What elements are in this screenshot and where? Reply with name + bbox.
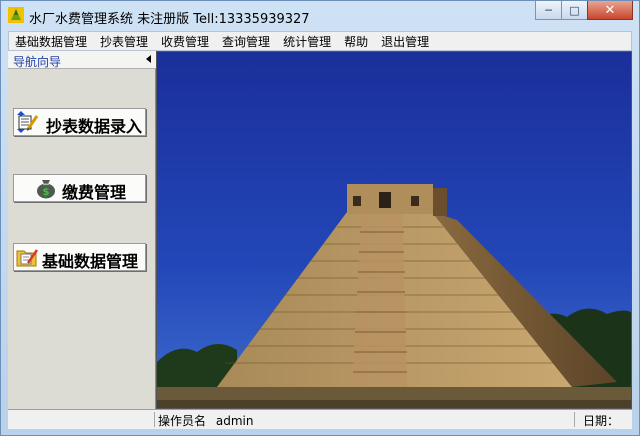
menu-query[interactable]: 查询管理 — [222, 33, 270, 50]
maximize-button[interactable]: □ — [561, 1, 588, 20]
status-bar: 操作员名 admin 日期： — [8, 409, 632, 429]
nav-header-label: 导航向导 — [13, 55, 62, 69]
svg-text:$: $ — [43, 187, 50, 198]
notebook-pencil-icon — [17, 111, 39, 133]
minimize-button[interactable]: ─ — [535, 1, 562, 20]
app-logo-icon — [8, 7, 24, 23]
title-bar[interactable]: 水厂水费管理系统 未注册版 Tell:13335939327 ─ □ ✕ — [1, 1, 639, 31]
menu-billing[interactable]: 收费管理 — [161, 33, 209, 50]
pyramid-image — [157, 52, 631, 408]
minimize-icon: ─ — [545, 3, 552, 17]
app-window: 水厂水费管理系统 未注册版 Tell:13335939327 ─ □ ✕ 基础数… — [0, 0, 640, 436]
nav-header: 导航向导 — [8, 51, 156, 69]
close-button[interactable]: ✕ — [587, 1, 633, 20]
close-icon: ✕ — [604, 2, 616, 18]
menu-meter-reading[interactable]: 抄表管理 — [100, 33, 148, 50]
navigation-panel: 导航向导 抄表数据录入 $ 缴费管理 基础数据管理 — [8, 51, 156, 409]
status-separator — [574, 412, 575, 427]
payment-management-label: 缴费管理 — [62, 183, 127, 202]
operator-label: 操作员名 — [158, 414, 207, 428]
folder-edit-icon — [16, 249, 39, 267]
date-label: 日期： — [583, 414, 620, 428]
collapse-arrow-icon[interactable] — [146, 55, 151, 63]
basic-data-management-label: 基础数据管理 — [42, 252, 139, 271]
maximize-icon: □ — [569, 3, 580, 17]
pyramid-photo — [156, 51, 632, 409]
operator-value: admin — [215, 414, 254, 428]
meter-reading-entry-button[interactable]: 抄表数据录入 — [13, 108, 146, 136]
basic-data-management-button[interactable]: 基础数据管理 — [13, 243, 146, 271]
window-title: 水厂水费管理系统 未注册版 Tell:13335939327 — [29, 12, 310, 27]
operator-status: 操作员名 admin — [158, 412, 253, 429]
payment-management-button[interactable]: $ 缴费管理 — [13, 174, 146, 202]
menu-statistics[interactable]: 统计管理 — [283, 33, 331, 50]
window-controls: ─ □ ✕ — [535, 1, 633, 21]
menu-exit[interactable]: 退出管理 — [381, 33, 429, 50]
meter-reading-entry-label: 抄表数据录入 — [46, 117, 143, 136]
money-bag-icon: $ — [37, 180, 55, 199]
menu-help[interactable]: 帮助 — [344, 33, 368, 50]
status-separator — [154, 412, 155, 427]
menu-basic-data[interactable]: 基础数据管理 — [15, 33, 87, 50]
menu-bar: 基础数据管理 抄表管理 收费管理 查询管理 统计管理 帮助 退出管理 — [8, 31, 632, 51]
